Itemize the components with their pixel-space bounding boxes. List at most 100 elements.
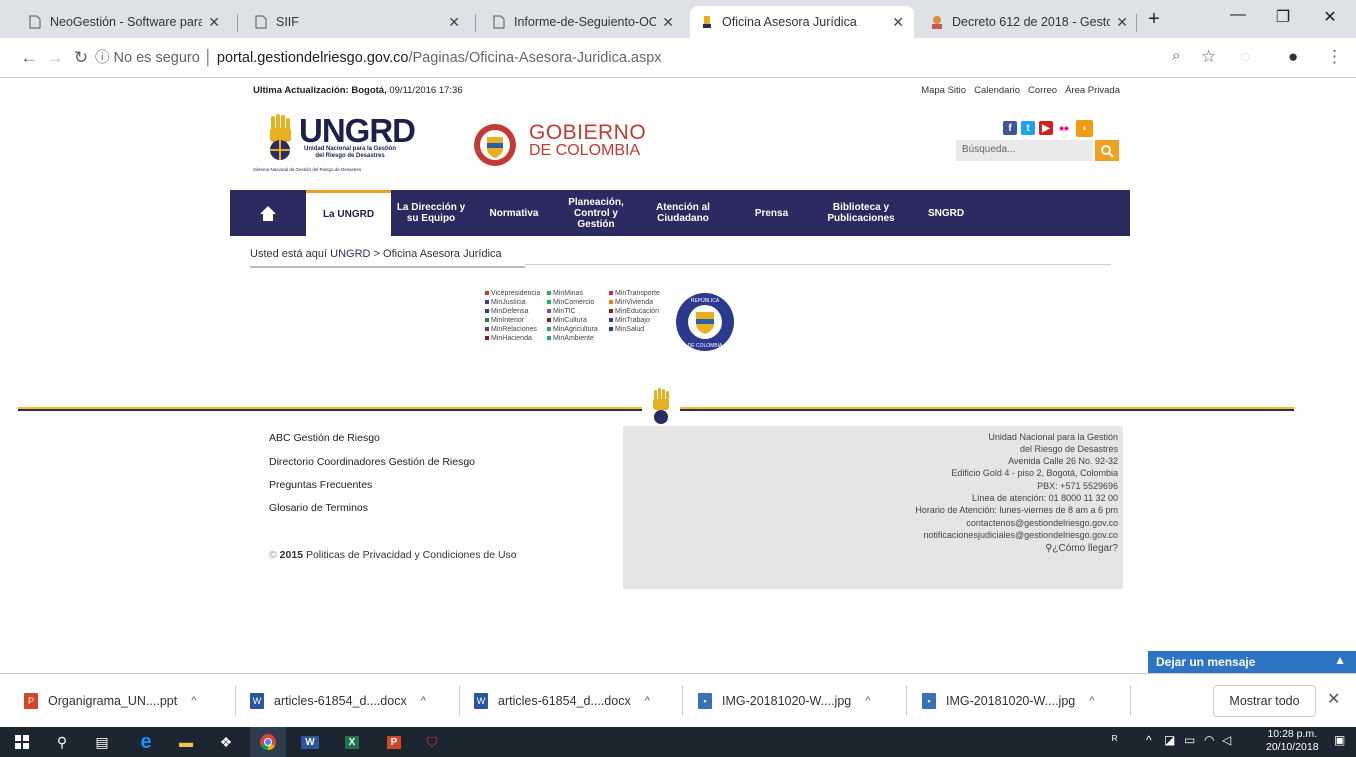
search-icon[interactable]: ⚲	[44, 727, 80, 757]
restore-icon[interactable]: ❐	[1263, 7, 1303, 27]
link-mapa-sitio[interactable]: Mapa Sitio	[921, 85, 966, 96]
notifications-icon[interactable]: ▣	[1334, 733, 1345, 747]
ministry-link[interactable]: MinTrabajo	[609, 317, 671, 324]
edge-icon[interactable]: e	[128, 727, 164, 757]
ministry-link[interactable]: MinHacienda	[485, 335, 547, 342]
profile-icon[interactable]: ●	[1288, 47, 1298, 67]
ministry-link[interactable]: Vicepresidencia	[485, 290, 547, 297]
ministry-link[interactable]: MinMinas	[547, 290, 609, 297]
bookmark-star-icon[interactable]: ☆	[1201, 47, 1216, 67]
link-calendario[interactable]: Calendario	[974, 85, 1020, 96]
youtube-icon[interactable]: ▶	[1039, 121, 1053, 135]
link-correo[interactable]: Correo	[1028, 85, 1057, 96]
ministry-link[interactable]: MinVivienda	[609, 299, 671, 306]
close-icon[interactable]: ✕	[448, 14, 460, 31]
twitter-icon[interactable]: t	[1021, 121, 1035, 135]
menu-prensa[interactable]: Prensa	[731, 190, 812, 236]
chevron-up-icon[interactable]: ▲	[1334, 653, 1346, 667]
ministry-link[interactable]: MinJusticia	[485, 299, 547, 306]
menu-la-ungrd[interactable]: La UNGRD	[306, 190, 391, 236]
tab-neogestion[interactable]: NeoGestión - Software para la ✕	[18, 6, 230, 38]
reload-icon[interactable]: ↻	[70, 48, 92, 68]
input-method-icon[interactable]: ▭	[1184, 733, 1195, 747]
chevron-up-icon[interactable]: ^	[865, 695, 870, 707]
tab-decreto[interactable]: Decreto 612 de 2018 - Gestor ✕	[920, 6, 1138, 38]
menu-planeacion[interactable]: Planeación, Control y Gestión	[557, 190, 635, 236]
zoom-icon[interactable]: ⌕	[1172, 47, 1180, 64]
ministry-link[interactable]: MinAgricultura	[547, 326, 609, 333]
wifi-icon[interactable]: ◠	[1204, 733, 1214, 747]
task-view-icon[interactable]: ▤	[84, 727, 120, 757]
back-arrow-icon[interactable]: ←	[18, 48, 40, 68]
menu-biblioteca[interactable]: Biblioteca y Publicaciones	[812, 190, 910, 236]
chevron-up-icon[interactable]: ^	[1089, 695, 1094, 707]
menu-normativa[interactable]: Normativa	[471, 190, 557, 236]
como-llegar-text[interactable]: ¿Cómo llegar?	[1052, 543, 1118, 554]
excel-app-icon[interactable]: X	[334, 727, 370, 757]
tray-chevron-icon[interactable]: ^	[1146, 733, 1152, 747]
chat-label[interactable]: Dejar un mensaje	[1156, 655, 1255, 669]
minimize-icon[interactable]: —	[1218, 6, 1258, 24]
ministry-link[interactable]: MinComercio	[547, 299, 609, 306]
ministry-link[interactable]: MinCultura	[547, 317, 609, 324]
close-icon[interactable]: ✕	[892, 14, 904, 31]
download-item[interactable]: W articles-61854_d....docx ^	[250, 674, 426, 728]
ministry-link[interactable]: MinRelaciones	[485, 326, 547, 333]
windows-start-icon[interactable]	[4, 727, 40, 757]
dropbox-icon[interactable]: ❖	[208, 727, 244, 757]
rss-icon[interactable]: ◗	[1076, 120, 1093, 137]
menu-sngrd[interactable]: SNGRD	[910, 190, 982, 236]
close-icon[interactable]: ✕	[1327, 689, 1340, 709]
tab-siif[interactable]: SIIF ✕	[244, 6, 470, 38]
volume-icon[interactable]: ◁	[1222, 733, 1231, 747]
file-explorer-icon[interactable]: ▬	[168, 727, 204, 757]
footer-link-preguntas[interactable]: Preguntas Frecuentes	[269, 479, 372, 491]
security-label[interactable]: No es seguro	[114, 50, 200, 66]
search-input[interactable]: Búsqueda...	[956, 140, 1093, 161]
footer-link-abc[interactable]: ABC Gestión de Riesgo	[269, 432, 380, 444]
ungrd-logo[interactable]: UNGRD Unidad Nacional para la Gestión de…	[253, 112, 416, 176]
chat-widget[interactable]: Dejar un mensaje ▲	[1148, 651, 1356, 673]
word-app-icon[interactable]: W	[292, 727, 328, 757]
footer-link-directorio[interactable]: Directorio Coordinadores Gestión de Ries…	[269, 456, 475, 468]
download-item[interactable]: ▪ IMG-20181020-W....jpg ^	[922, 674, 1094, 728]
link-area-privada[interactable]: Área Privada	[1065, 85, 1120, 96]
chevron-up-icon[interactable]: ^	[421, 695, 426, 707]
ministry-link[interactable]: MinEducación	[609, 308, 671, 315]
show-all-button[interactable]: Mostrar todo	[1213, 685, 1316, 717]
powerpoint-app-icon[interactable]: P	[376, 727, 412, 757]
footer-link-glosario[interactable]: Glosario de Terminos	[269, 502, 368, 514]
close-icon[interactable]: ✕	[208, 14, 220, 31]
search-icon[interactable]	[1095, 140, 1119, 161]
facebook-icon[interactable]: f	[1003, 121, 1017, 135]
ministry-link[interactable]: MinTransporte	[609, 290, 671, 297]
chevron-up-icon[interactable]: ^	[645, 695, 650, 707]
flickr-icon[interactable]: ••	[1057, 120, 1071, 136]
info-icon[interactable]: ⓘ	[95, 50, 114, 66]
extension-icon[interactable]: ◌	[1240, 47, 1250, 67]
tray-app-icon[interactable]: ◪	[1164, 733, 1175, 747]
taskbar-clock[interactable]: 10:28 p.m. 20/10/2018	[1266, 728, 1319, 754]
download-item[interactable]: ▪ IMG-20181020-W....jpg ^	[698, 674, 870, 728]
breadcrumb-root-link[interactable]: UNGRD	[330, 248, 370, 260]
tab-informe[interactable]: Informe-de-Seguiento-OCI-a-l ✕	[482, 6, 684, 38]
contact-email[interactable]: contactenos@gestiondelriesgo.gov.co	[966, 518, 1118, 528]
ministry-link[interactable]: MinInterior	[485, 317, 547, 324]
chevron-up-icon[interactable]: ^	[191, 695, 196, 707]
ministry-link[interactable]: MinSalud	[609, 326, 671, 333]
close-icon[interactable]: ✕	[1116, 14, 1128, 31]
forward-arrow-icon[interactable]: →	[44, 48, 66, 68]
como-llegar-link[interactable]: ⚲¿Cómo llegar?	[1045, 543, 1118, 554]
url-bar[interactable]: ⓘ No es seguro │ portal.gestiondelriesgo…	[95, 46, 662, 67]
tab-oficina-juridica[interactable]: Oficina Asesora Jurídica ✕	[690, 6, 914, 38]
download-item[interactable]: W articles-61854_d....docx ^	[474, 674, 650, 728]
window-close-icon[interactable]: ✕	[1310, 7, 1350, 27]
menu-atencion[interactable]: Atención al Ciudadano	[635, 190, 731, 236]
close-icon[interactable]: ✕	[662, 14, 674, 31]
new-tab-plus-icon[interactable]: +	[1134, 8, 1174, 31]
home-icon[interactable]	[230, 190, 306, 236]
contact-email[interactable]: notificacionesjudiciales@gestiondelriesg…	[923, 530, 1118, 540]
ministry-link[interactable]: MinTIC	[547, 308, 609, 315]
privacy-link[interactable]: Politicas de Privacidad y Condiciones de…	[306, 549, 517, 561]
chrome-icon[interactable]	[250, 727, 286, 757]
